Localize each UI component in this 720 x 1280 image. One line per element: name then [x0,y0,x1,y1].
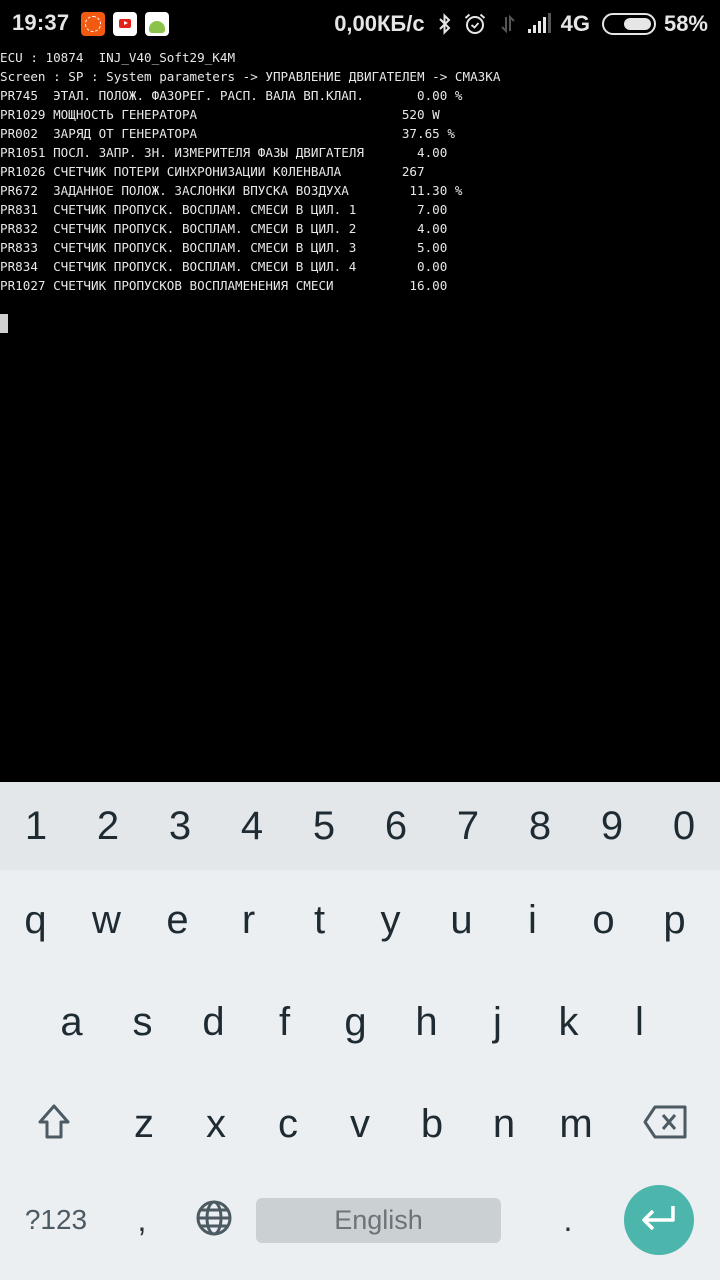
key-d[interactable]: d [178,972,249,1072]
spacebar[interactable]: English [256,1197,501,1243]
key-8[interactable]: 8 [504,782,576,870]
backspace-icon [643,1104,689,1145]
android-app-icon [145,12,169,36]
key-k[interactable]: k [533,972,604,1072]
key-5[interactable]: 5 [288,782,360,870]
key-q[interactable]: q [0,870,71,970]
mi-recorder-icon [81,12,105,36]
symbols-key[interactable]: ?123 [0,1170,112,1270]
terminal-lines: ECU : 10874 INJ_V40_Soft29_K4M Screen : S… [0,48,500,295]
key-b[interactable]: b [396,1074,468,1174]
row3-letters: zxcvbnm [108,1074,612,1174]
text-cursor [0,314,8,333]
key-x[interactable]: x [180,1074,252,1174]
key-l[interactable]: l [604,972,675,1072]
battery-icon [601,13,656,35]
backspace-key[interactable] [612,1074,720,1174]
key-t[interactable]: t [284,870,355,970]
key-i[interactable]: i [497,870,568,970]
terminal-line: PR1051 ПОСЛ. ЗАПР. ЗН. ИЗМЕРИТЕЛЯ ФАЗЫ Д… [0,145,448,160]
keyboard-row-4: ?123 , English . [0,1170,720,1270]
terminal-line: PR834 СЧЕТЧИК ПРОПУСК. ВОСПЛАМ. СМЕСИ В … [0,259,448,274]
key-u[interactable]: u [426,870,497,970]
keyboard-row-2: asdfghjkl [0,972,720,1072]
period-key[interactable]: . [512,1170,624,1270]
globe-icon [195,1199,233,1242]
key-c[interactable]: c [252,1074,324,1174]
network-speed: 0,00КБ/с [334,11,425,36]
key-9[interactable]: 9 [576,782,648,870]
signal-icon [527,13,553,35]
terminal-line: PR832 СЧЕТЧИК ПРОПУСК. ВОСПЛАМ. СМЕСИ В … [0,221,448,236]
key-z[interactable]: z [108,1074,180,1174]
key-r[interactable]: r [213,870,284,970]
key-j[interactable]: j [462,972,533,1072]
status-indicators: 0,00КБ/с 4G 58% [334,10,708,38]
terminal-line: PR672 ЗАДАННОЕ ПОЛОЖ. ЗАСЛОНКИ ВПУСКА ВО… [0,183,463,198]
key-h[interactable]: h [391,972,462,1072]
terminal-line: PR002 ЗАРЯД ОТ ГЕНЕРАТОРА 37.65 % [0,126,455,141]
terminal-line: ECU : 10874 INJ_V40_Soft29_K4M [0,50,236,65]
shift-key[interactable] [0,1074,108,1174]
key-2[interactable]: 2 [72,782,144,870]
key-0[interactable]: 0 [648,782,720,870]
key-s[interactable]: s [107,972,178,1072]
data-transfer-icon [497,13,519,35]
key-f[interactable]: f [249,972,320,1072]
network-type: 4G [560,11,590,36]
key-1[interactable]: 1 [0,782,72,870]
key-m[interactable]: m [540,1074,612,1174]
battery-level [623,18,651,30]
battery-percent: 58% [663,11,708,36]
key-e[interactable]: e [142,870,213,970]
terminal-line: PR1026 СЧЕТЧИК ПОТЕРИ СИНХРОНИЗАЦИИ К0ЛЕ… [0,164,425,179]
comma-key[interactable]: , [112,1170,172,1270]
key-n[interactable]: n [468,1074,540,1174]
key-3[interactable]: 3 [144,782,216,870]
key-p[interactable]: p [639,870,710,970]
enter-key[interactable] [624,1185,694,1255]
soft-keyboard: 1234567890 qwertyuiop asdfghjkl zxcvbnm … [0,782,720,1280]
number-row: 1234567890 [0,782,720,870]
keyboard-row-1: qwertyuiop [0,870,720,970]
key-y[interactable]: y [355,870,426,970]
youtube-icon [113,12,137,36]
key-6[interactable]: 6 [360,782,432,870]
key-7[interactable]: 7 [432,782,504,870]
shift-icon [34,1102,74,1147]
bluetooth-icon [437,13,453,35]
terminal-line: PR1029 МОЩНОСТЬ ГЕНЕРАТОРА 520 W [0,107,440,122]
key-v[interactable]: v [324,1074,396,1174]
clock: 19:37 [12,10,70,35]
key-4[interactable]: 4 [216,782,288,870]
key-w[interactable]: w [71,870,142,970]
terminal-line: PR831 СЧЕТЧИК ПРОПУСК. ВОСПЛАМ. СМЕСИ В … [0,202,448,217]
terminal-output[interactable]: ECU : 10874 INJ_V40_Soft29_K4M Screen : S… [0,48,720,782]
key-o[interactable]: o [568,870,639,970]
alarm-icon [463,12,487,36]
language-key[interactable] [172,1170,256,1270]
terminal-line: PR833 СЧЕТЧИК ПРОПУСК. ВОСПЛАМ. СМЕСИ В … [0,240,448,255]
terminal-line: PR745 ЭТАЛ. ПОЛОЖ. ФАЗОРЕГ. РАСП. ВАЛА В… [0,88,463,103]
keyboard-row-3: zxcvbnm [0,1074,720,1174]
key-a[interactable]: a [36,972,107,1072]
terminal-line: Screen : SP : System parameters -> УПРАВ… [0,69,501,84]
terminal-line: PR1027 СЧЕТЧИК ПРОПУСКОВ ВОСПЛАМЕНЕНИЯ С… [0,278,448,293]
status-bar: 19:37 0,00КБ/с 4G 58% [0,0,720,48]
enter-icon [639,1203,679,1238]
key-g[interactable]: g [320,972,391,1072]
